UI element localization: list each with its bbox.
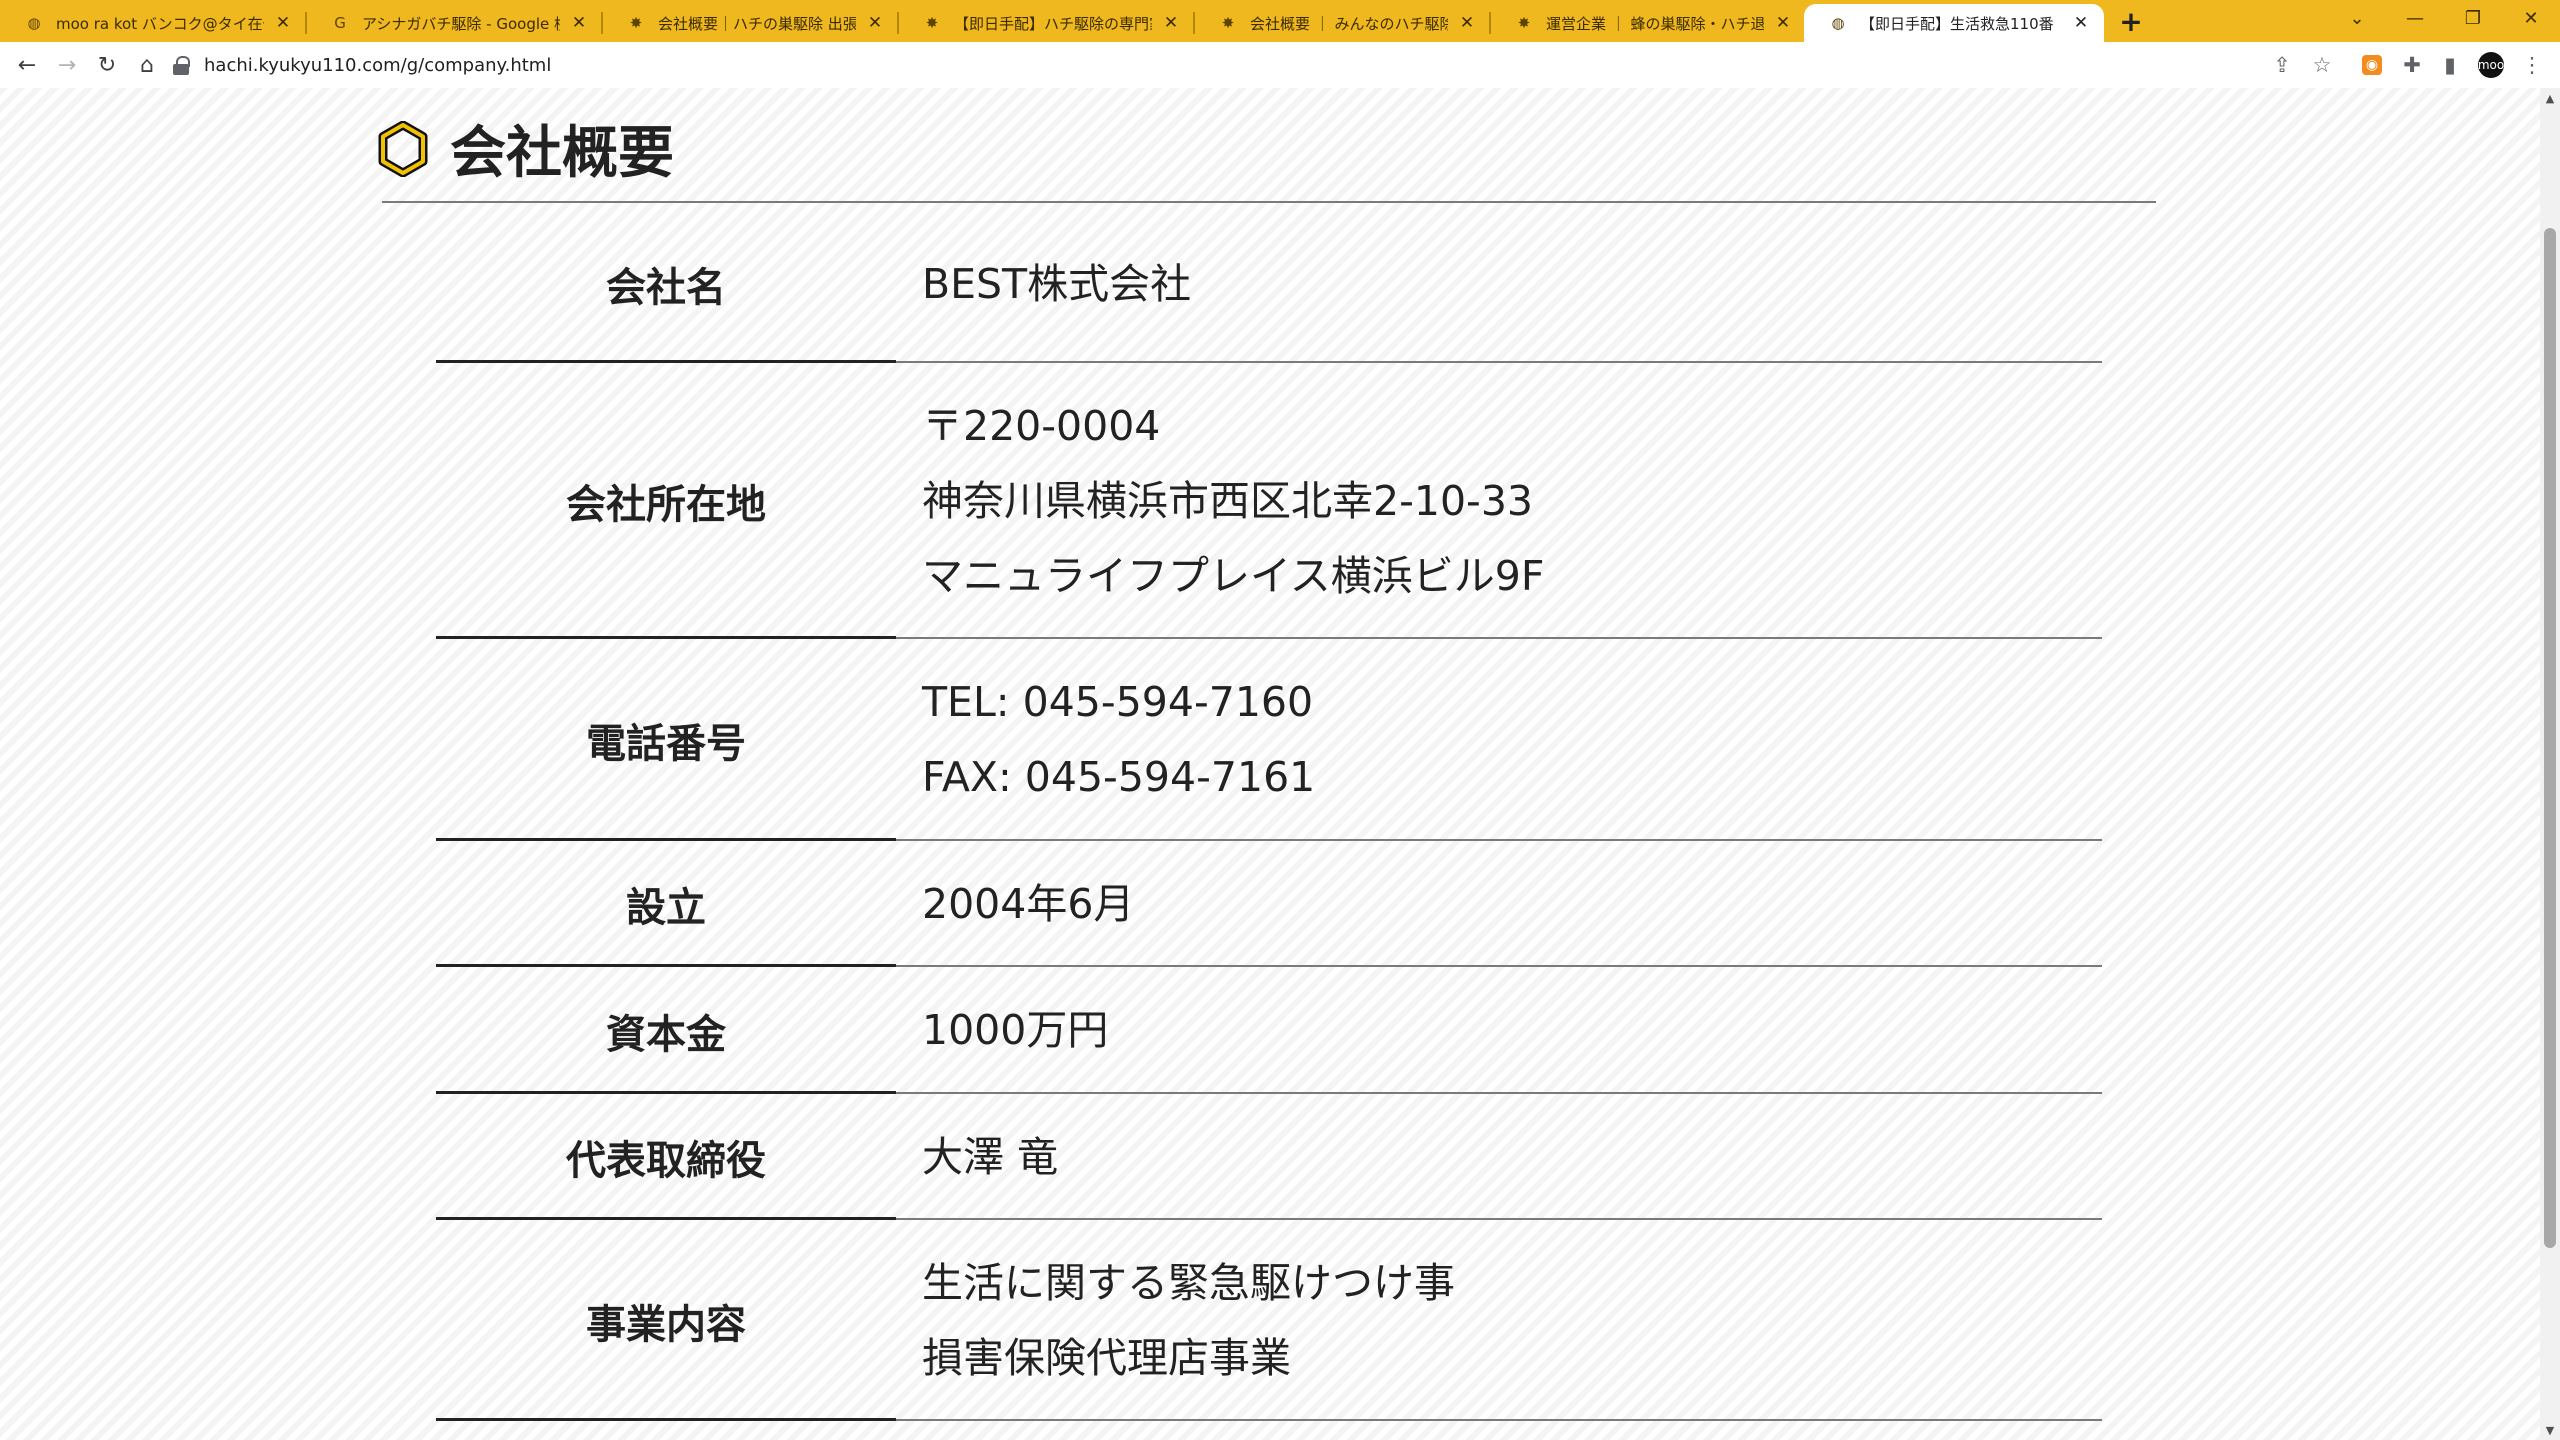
page-title: 会社概要 bbox=[450, 121, 674, 186]
bee-icon: ✸ bbox=[1517, 14, 1531, 32]
browser-tab[interactable]: ✸ 会社概要 ｜ みんなのハチ駆除屋さ ✕ bbox=[1194, 4, 1490, 42]
row-value: 2004年6月 bbox=[896, 867, 2102, 942]
scrollbar-thumb[interactable] bbox=[2544, 228, 2556, 1248]
browser-tab[interactable]: ◍ moo ra kot バンコク@タイ在住／新 ✕ bbox=[0, 4, 306, 42]
table-row: 設立 2004年6月 bbox=[436, 841, 2102, 967]
row-label: 会社名 bbox=[606, 265, 726, 311]
bee-icon: ✸ bbox=[925, 14, 939, 32]
browser-tab[interactable]: G アシナガバチ駆除 - Google 検索 ✕ bbox=[306, 4, 602, 42]
close-tab-icon[interactable]: ✕ bbox=[568, 12, 590, 34]
browser-tab[interactable]: ✸ 運営企業 ｜ 蜂の巣駆除・ハチ退治 ✕ bbox=[1490, 4, 1806, 42]
value-line: 大澤 竜 bbox=[922, 1132, 1059, 1181]
close-window-icon[interactable]: ✕ bbox=[2502, 0, 2560, 36]
address-bar[interactable]: hachi.kyukyu110.com/g/company.html bbox=[172, 47, 2302, 83]
value-line: 損害保険代理店事業 bbox=[922, 1333, 1291, 1382]
scroll-up-arrow-icon[interactable]: ▲ bbox=[2540, 88, 2560, 108]
value-line: BEST株式会社 bbox=[922, 259, 1192, 308]
table-row: 代表取締役 大澤 竜 bbox=[436, 1094, 2102, 1220]
row-value: BEST株式会社 bbox=[896, 247, 2102, 322]
row-value: 1000万円 bbox=[896, 993, 2102, 1068]
forward-icon[interactable]: → bbox=[52, 50, 82, 80]
bee-icon: ✸ bbox=[629, 14, 643, 32]
close-tab-icon[interactable]: ✕ bbox=[1772, 12, 1794, 34]
profile-avatar[interactable]: moo bbox=[2478, 52, 2504, 78]
url-text[interactable]: hachi.kyukyu110.com/g/company.html bbox=[204, 55, 551, 76]
hexagon-icon bbox=[378, 120, 428, 177]
share-icon[interactable]: ⇪ bbox=[2268, 51, 2296, 79]
row-divider-light bbox=[896, 1419, 2102, 1421]
close-tab-icon[interactable]: ✕ bbox=[1160, 12, 1182, 34]
company-info-table: 会社名 BEST株式会社会社所在地 〒220-0004 神奈川県横浜市西区北幸2-10… bbox=[436, 205, 2102, 1421]
new-tab-button[interactable]: + bbox=[2116, 5, 2146, 38]
row-label: 電話番号 bbox=[586, 721, 746, 767]
bee-icon: ✸ bbox=[1221, 14, 1235, 32]
restore-icon[interactable]: ❐ bbox=[2444, 0, 2502, 36]
back-icon[interactable]: ← bbox=[12, 50, 42, 80]
scroll-down-arrow-icon[interactable]: ▼ bbox=[2540, 1420, 2560, 1440]
table-row: 電話番号 TEL: 045-594-7160 FAX: 045-594-7161 bbox=[436, 639, 2102, 841]
browser-tab[interactable]: ✸ 【即日手配】ハチ駆除の専門家｜ ✕ bbox=[898, 4, 1194, 42]
value-line: 2004年6月 bbox=[922, 879, 1135, 928]
value-line: TEL: 045-594-7160 bbox=[922, 678, 1314, 726]
row-label: 設立 bbox=[626, 885, 706, 931]
side-panel-icon[interactable]: ▮ bbox=[2436, 51, 2464, 79]
table-row: 事業内容 生活に関する緊急駆けつけ事 損害保険代理店事業 bbox=[436, 1220, 2102, 1421]
extensions-puzzle-icon[interactable]: ✚ bbox=[2398, 51, 2426, 79]
lock-icon[interactable] bbox=[172, 55, 190, 75]
tab-title: 会社概要 ｜ みんなのハチ駆除屋さ bbox=[1250, 14, 1448, 33]
browser-toolbar: ← → ↻ ⌂ hachi.kyukyu110.com/g/company.ht… bbox=[0, 42, 2560, 88]
value-line: 〒220-0004 bbox=[922, 401, 1161, 450]
vertical-scrollbar[interactable]: ▲ ▼ bbox=[2540, 88, 2560, 1440]
close-tab-icon[interactable]: ✕ bbox=[272, 12, 294, 34]
browser-tab[interactable]: ✸ 会社概要｜ハチの巣駆除 出張専門 ✕ bbox=[602, 4, 898, 42]
tab-strip: ◍ moo ra kot バンコク@タイ在住／新 ✕ G アシナガバチ駆除 - Goog… bbox=[0, 0, 2560, 42]
row-label: 資本金 bbox=[606, 1011, 726, 1058]
globe-icon: ◍ bbox=[1831, 14, 1845, 32]
browser-tab[interactable]: ◍ 【即日手配】生活救急110番 ✕ bbox=[1804, 4, 2104, 42]
tab-title: 運営企業 ｜ 蜂の巣駆除・ハチ退治 bbox=[1546, 14, 1764, 33]
page-heading: 会社概要 bbox=[378, 108, 674, 189]
rss-extension-icon[interactable]: ◉ bbox=[2362, 55, 2382, 75]
google-icon: G bbox=[334, 14, 346, 32]
minimize-icon[interactable]: — bbox=[2386, 0, 2444, 36]
row-label: 代表取締役 bbox=[566, 1138, 766, 1184]
close-tab-icon[interactable]: ✕ bbox=[864, 12, 886, 34]
globe-icon: ◍ bbox=[27, 14, 41, 32]
tab-title: moo ra kot バンコク@タイ在住／新 bbox=[56, 14, 264, 33]
close-tab-icon[interactable]: ✕ bbox=[1456, 12, 1478, 34]
tab-title: 会社概要｜ハチの巣駆除 出張専門 bbox=[658, 14, 856, 33]
value-line: 1000万円 bbox=[922, 1006, 1109, 1054]
tab-title: 【即日手配】生活救急110番 bbox=[1860, 14, 2054, 33]
table-row: 資本金 1000万円 bbox=[436, 967, 2102, 1094]
home-icon[interactable]: ⌂ bbox=[132, 50, 162, 80]
value-line: 生活に関する緊急駆けつけ事 bbox=[922, 1258, 1455, 1307]
row-divider-dark bbox=[436, 1418, 896, 1421]
row-value: 生活に関する緊急駆けつけ事 損害保険代理店事業 bbox=[896, 1246, 2102, 1396]
tab-search-icon[interactable]: ⌄ bbox=[2328, 0, 2386, 36]
row-label: 事業内容 bbox=[586, 1301, 746, 1348]
bookmark-star-icon[interactable]: ☆ bbox=[2308, 51, 2336, 79]
row-value: 大澤 竜 bbox=[896, 1120, 2102, 1195]
page-viewport: 会社概要 会社名 BEST株式会社会社所在地 〒220-0004 神奈川県横浜市西区北… bbox=[0, 88, 2540, 1440]
tab-title: アシナガバチ駆除 - Google 検索 bbox=[362, 14, 560, 33]
tab-title: 【即日手配】ハチ駆除の専門家｜ bbox=[954, 14, 1152, 33]
value-line: FAX: 045-594-7161 bbox=[922, 753, 1316, 801]
close-tab-icon[interactable]: ✕ bbox=[2070, 12, 2092, 34]
value-line: 神奈川県横浜市西区北幸2-10-33 bbox=[922, 476, 1534, 525]
heading-divider bbox=[382, 201, 2156, 203]
row-value: 〒220-0004 神奈川県横浜市西区北幸2-10-33 マニュライフプレイス横浜ビ… bbox=[896, 389, 2102, 614]
row-label: 会社所在地 bbox=[566, 482, 766, 528]
reload-icon[interactable]: ↻ bbox=[92, 50, 122, 80]
table-row: 会社名 BEST株式会社 bbox=[436, 205, 2102, 363]
row-value: TEL: 045-594-7160 FAX: 045-594-7161 bbox=[896, 665, 2102, 815]
value-line: マニュライフプレイス横浜ビル9F bbox=[922, 551, 1545, 600]
table-row: 会社所在地 〒220-0004 神奈川県横浜市西区北幸2-10-33 マニュライフプレ… bbox=[436, 363, 2102, 639]
menu-kebab-icon[interactable]: ⋮ bbox=[2518, 51, 2546, 79]
